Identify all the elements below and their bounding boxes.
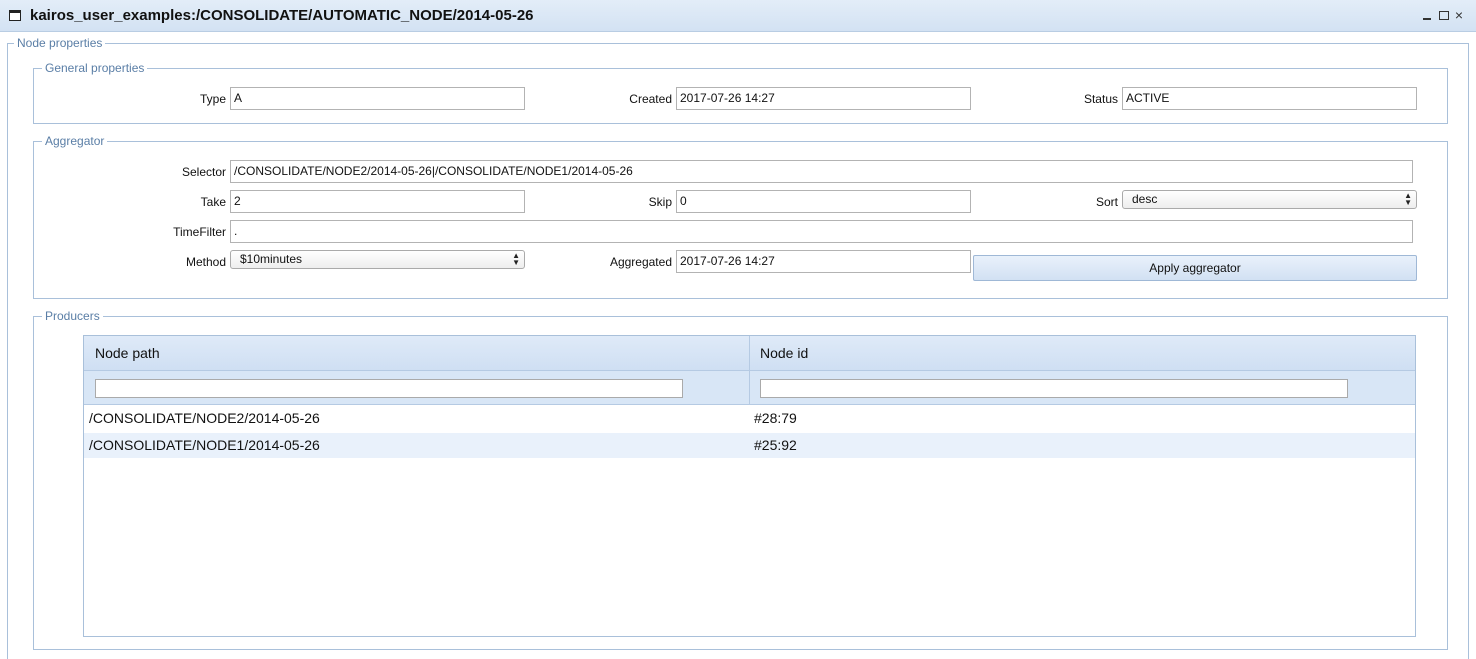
maximize-icon[interactable] bbox=[1436, 7, 1450, 23]
take-label: Take bbox=[200, 195, 226, 209]
timefilter-label: TimeFilter bbox=[173, 225, 226, 239]
selector-label: Selector bbox=[181, 165, 226, 179]
status-label: Status bbox=[1083, 92, 1118, 106]
table-row[interactable]: /CONSOLIDATE/NODE1/2014-05-26 #25:92 bbox=[84, 433, 1415, 458]
aggregated-field[interactable]: 2017-07-26 14:27 bbox=[676, 250, 971, 273]
node-properties-legend: Node properties bbox=[14, 36, 106, 50]
column-header-node-path[interactable]: Node path bbox=[84, 336, 160, 371]
column-header-node-id[interactable]: Node id bbox=[749, 336, 808, 371]
node-path-cell: /CONSOLIDATE/NODE1/2014-05-26 bbox=[89, 437, 320, 453]
window-controls: × bbox=[1420, 7, 1466, 23]
minimize-icon[interactable] bbox=[1420, 7, 1434, 23]
skip-field[interactable]: 0 bbox=[676, 190, 971, 213]
general-properties-legend: General properties bbox=[42, 61, 148, 75]
apply-aggregator-button[interactable]: Apply aggregator bbox=[973, 255, 1417, 281]
close-icon[interactable]: × bbox=[1452, 7, 1466, 23]
producers-table: Node path Node id /CONSOLIDATE/NODE2/201… bbox=[83, 335, 1416, 637]
type-field[interactable]: A bbox=[230, 87, 525, 110]
node-id-cell: #28:79 bbox=[754, 410, 797, 426]
sort-select-value: desc bbox=[1132, 192, 1158, 206]
table-row[interactable]: /CONSOLIDATE/NODE2/2014-05-26 #28:79 bbox=[84, 406, 1415, 431]
window-icon bbox=[9, 10, 21, 21]
take-field[interactable]: 2 bbox=[230, 190, 525, 213]
column-divider bbox=[749, 336, 750, 405]
producers-legend: Producers bbox=[42, 309, 103, 323]
aggregated-label: Aggregated bbox=[609, 255, 672, 269]
skip-label: Skip bbox=[648, 195, 672, 209]
node-id-cell: #25:92 bbox=[754, 437, 797, 453]
method-select-value: $10minutes bbox=[240, 252, 303, 266]
node-path-cell: /CONSOLIDATE/NODE2/2014-05-26 bbox=[89, 410, 320, 426]
created-field[interactable]: 2017-07-26 14:27 bbox=[676, 87, 971, 110]
window-title: kairos_user_examples:/CONSOLIDATE/AUTOMA… bbox=[30, 7, 534, 24]
status-field[interactable]: ACTIVE bbox=[1122, 87, 1417, 110]
node-id-filter-input[interactable] bbox=[760, 379, 1348, 398]
created-label: Created bbox=[629, 92, 672, 106]
selector-field[interactable]: /CONSOLIDATE/NODE2/2014-05-26|/CONSOLIDA… bbox=[230, 160, 1413, 183]
method-select[interactable]: $10minutes ▲ ▼ bbox=[230, 250, 525, 269]
method-label: Method bbox=[185, 255, 226, 269]
window-titlebar: kairos_user_examples:/CONSOLIDATE/AUTOMA… bbox=[0, 0, 1476, 32]
aggregator-legend: Aggregator bbox=[42, 134, 108, 148]
select-arrows-icon: ▲ ▼ bbox=[512, 251, 520, 267]
sort-label: Sort bbox=[1095, 195, 1118, 209]
sort-select[interactable]: desc ▲ ▼ bbox=[1122, 190, 1417, 209]
timefilter-field[interactable]: . bbox=[230, 220, 1413, 243]
type-label: Type bbox=[199, 92, 226, 106]
select-arrows-icon: ▲ ▼ bbox=[1404, 191, 1412, 207]
node-path-filter-input[interactable] bbox=[95, 379, 683, 398]
